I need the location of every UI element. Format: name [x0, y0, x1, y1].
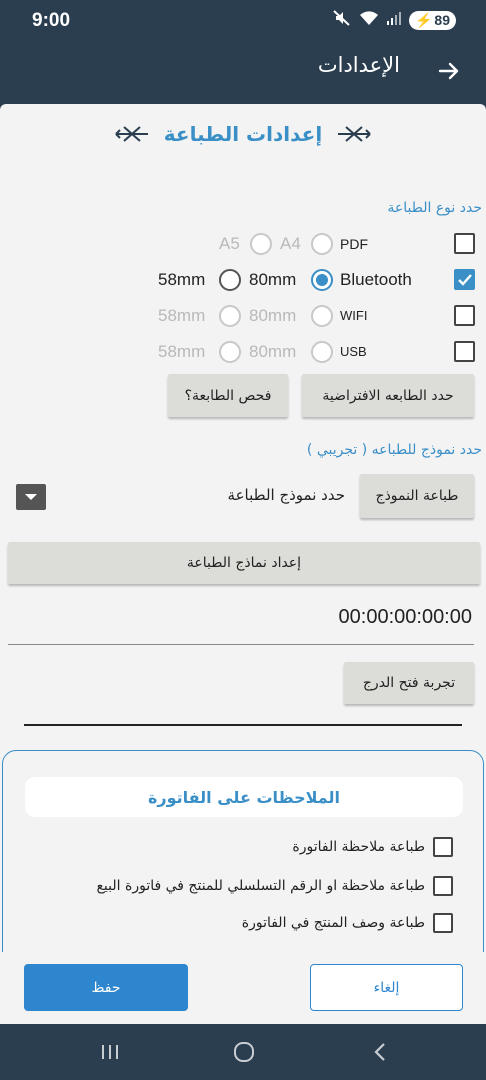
status-icons: ⚡ 89: [332, 9, 456, 31]
wifi-checkbox[interactable]: [454, 305, 475, 326]
note-item-serial[interactable]: طباعة ملاحظة او الرقم التسلسلي للمنتج في…: [96, 876, 453, 896]
printer-row-bluetooth: Bluetooth 80mm 58mm: [0, 264, 486, 296]
58mm-radio-wifi[interactable]: [219, 305, 241, 327]
battery-charging-icon: ⚡ 89: [408, 10, 456, 30]
mac-address-field[interactable]: 00:00:00:00:00: [339, 606, 472, 629]
note-label: طباعة ملاحظة الفاتورة: [292, 839, 425, 855]
58mm-radio-bluetooth[interactable]: [219, 269, 241, 291]
template-dropdown-value[interactable]: حدد نموذج الطباعة: [228, 486, 345, 504]
80mm-label-wifi: 80mm: [249, 306, 297, 325]
note-checkbox[interactable]: [433, 837, 453, 857]
a4-radio[interactable]: [311, 233, 333, 255]
58mm-label-bluetooth: 58mm: [158, 270, 206, 289]
pdf-checkbox[interactable]: [454, 233, 475, 254]
settings-content[interactable]: إعدادات الطباعة حدد نوع الطباعة PDF A4 A…: [0, 104, 486, 952]
template-label: حدد نموذج للطباعه ( تجريبي ): [306, 442, 482, 458]
usb-label: USB: [340, 344, 367, 359]
wifi-icon: [359, 10, 379, 30]
a5-radio[interactable]: [250, 233, 272, 255]
status-time: 9:00: [32, 10, 71, 31]
back-button[interactable]: [432, 54, 466, 88]
check-printer-button[interactable]: فحص الطابعة؟: [168, 374, 288, 417]
mac-field-underline: [8, 644, 474, 645]
ornament-right-icon: [338, 126, 371, 142]
bottom-action-bar: حفظ إلغاء: [0, 952, 486, 1024]
battery-level: 89: [434, 12, 450, 28]
58mm-label-usb: 58mm: [158, 342, 206, 361]
note-item-invoice-note[interactable]: طباعة ملاحظة الفاتورة: [292, 837, 453, 857]
printer-row-usb: USB 80mm 58mm: [0, 336, 486, 368]
note-label: طباعة ملاحظة او الرقم التسلسلي للمنتج في…: [96, 878, 425, 894]
bolt-icon: ⚡: [414, 11, 433, 28]
80mm-radio-usb[interactable]: [311, 341, 333, 363]
80mm-label-usb: 80mm: [249, 342, 297, 361]
80mm-radio-bluetooth[interactable]: [311, 269, 333, 291]
printer-row-pdf: PDF A4 A5: [0, 228, 486, 260]
nav-back-button[interactable]: [364, 1038, 396, 1066]
bluetooth-label: Bluetooth: [340, 270, 412, 289]
signal-icon: [386, 10, 402, 30]
recents-icon: [102, 1045, 118, 1059]
notes-card: الملاحظات على الفاتورة طباعة ملاحظة الفا…: [2, 750, 484, 952]
printer-type-label: حدد نوع الطباعة: [387, 200, 482, 216]
notes-title: الملاحظات على الفاتورة: [147, 787, 341, 807]
pdf-label: PDF: [340, 236, 368, 252]
default-printer-button[interactable]: حدد الطابعه الافتراضية: [302, 374, 474, 417]
note-label: طباعة وصف المنتج في الفاتورة: [241, 915, 425, 931]
status-bar: 9:00 ⚡ 89: [0, 0, 486, 42]
cancel-button[interactable]: إلغاء: [310, 964, 463, 1011]
printer-section-header: إعدادات الطباعة: [0, 114, 486, 154]
save-button[interactable]: حفظ: [24, 964, 188, 1011]
recents-button[interactable]: [94, 1038, 126, 1066]
note-item-description[interactable]: طباعة وصف المنتج في الفاتورة: [242, 913, 453, 933]
system-nav-bar: [0, 1024, 486, 1080]
mute-icon: [332, 9, 352, 31]
58mm-label-wifi: 58mm: [158, 306, 206, 325]
printer-section-title: إعدادات الطباعة: [163, 122, 323, 146]
arrow-right-icon: [438, 62, 459, 80]
bluetooth-checkbox[interactable]: [454, 269, 475, 290]
printer-row-wifi: WIFI 80mm 58mm: [0, 300, 486, 332]
page-title: الإعدادات: [317, 53, 400, 77]
a5-label: A5: [219, 234, 240, 253]
divider: [24, 724, 462, 726]
note-checkbox[interactable]: [433, 913, 453, 933]
home-icon: [234, 1042, 254, 1062]
drawer-test-button[interactable]: تجربة فتح الدرج: [344, 662, 474, 704]
usb-checkbox[interactable]: [454, 341, 475, 362]
print-template-button[interactable]: طباعة النموذج: [360, 474, 474, 518]
template-setup-button[interactable]: إعداد نماذج الطباعة: [8, 542, 480, 584]
wifi-label: WIFI: [340, 308, 368, 323]
notes-title-box: الملاحظات على الفاتورة: [25, 777, 463, 817]
ornament-left-icon: [115, 126, 148, 142]
check-icon: [457, 273, 472, 286]
58mm-radio-usb[interactable]: [219, 341, 241, 363]
app-bar: الإعدادات: [0, 42, 486, 104]
home-button[interactable]: [228, 1038, 260, 1066]
80mm-label-bluetooth: 80mm: [249, 270, 297, 289]
a4-label: A4: [280, 234, 301, 253]
dropdown-arrow-icon: [25, 494, 37, 500]
note-checkbox[interactable]: [433, 876, 453, 896]
80mm-radio-wifi[interactable]: [311, 305, 333, 327]
back-icon: [374, 1043, 385, 1061]
template-dropdown[interactable]: [16, 484, 46, 510]
